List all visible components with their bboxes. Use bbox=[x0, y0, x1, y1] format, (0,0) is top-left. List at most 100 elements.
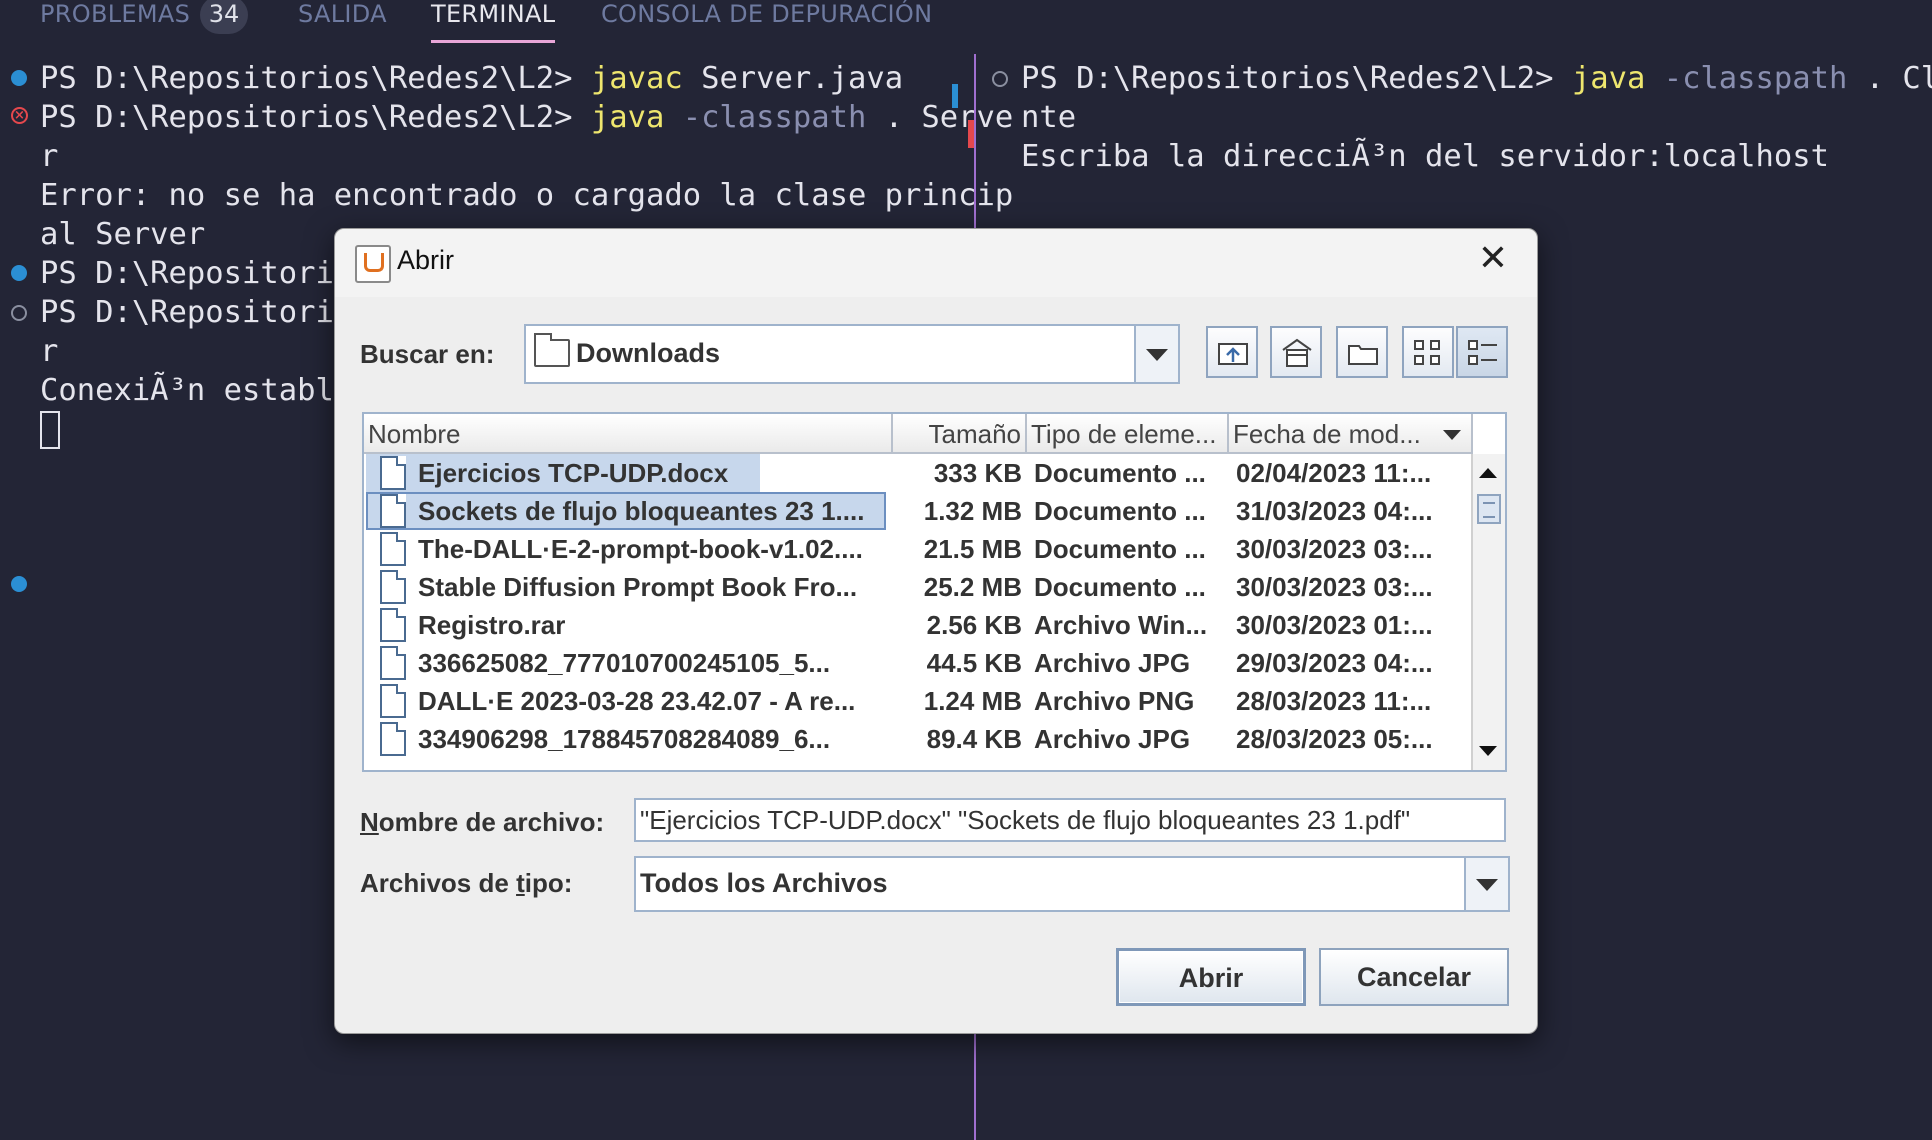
file-row[interactable]: Sockets de flujo bloqueantes 23 1.... 1.… bbox=[364, 492, 1472, 530]
file-row[interactable]: The-DALL·E-2-prompt-book-v1.02.... 21.5 … bbox=[364, 530, 1472, 568]
tab-debug-console[interactable]: CONSOLA DE DEPURACIÓN bbox=[601, 0, 932, 32]
terminal-line: Error: no se ha encontrado o cargado la … bbox=[40, 178, 1014, 213]
command-error-icon[interactable]: × bbox=[11, 107, 28, 124]
filename-input[interactable]: "Ejercicios TCP-UDP.docx" "Sockets de fl… bbox=[634, 798, 1506, 842]
file-row[interactable]: Registro.rar 2.56 KB Archivo Win... 30/0… bbox=[364, 606, 1472, 644]
terminal-line: PS D:\Repositorios bbox=[40, 256, 371, 291]
file-row[interactable]: DALL·E 2023-03-28 23.42.07 - A re... 1.2… bbox=[364, 682, 1472, 720]
cancel-button[interactable]: Cancelar bbox=[1319, 948, 1509, 1006]
look-in-combobox[interactable]: Downloads bbox=[524, 324, 1180, 384]
java-icon bbox=[355, 245, 391, 283]
command-success-icon[interactable] bbox=[11, 265, 27, 281]
filetype-label: Archivos de tipo: bbox=[360, 868, 573, 898]
close-icon[interactable]: ✕ bbox=[1475, 241, 1511, 277]
panel-tabs: PROBLEMAS 34 SALIDA TERMINAL CONSOLA DE … bbox=[0, 0, 1932, 46]
file-type: Archivo JPG bbox=[1034, 648, 1191, 678]
file-row[interactable]: 336625082_777010700245105_5... 44.5 KB A… bbox=[364, 644, 1472, 682]
column-header-type[interactable]: Tipo de eleme... bbox=[1027, 414, 1229, 454]
tab-output[interactable]: SALIDA bbox=[298, 0, 387, 32]
file-row[interactable]: Stable Diffusion Prompt Book Fro... 25.2… bbox=[364, 568, 1472, 606]
file-date: 31/03/2023 04:... bbox=[1236, 496, 1433, 526]
file-type: Documento ... bbox=[1034, 534, 1206, 564]
command-running-icon[interactable] bbox=[11, 305, 27, 321]
terminal-line: PS D:\Repositorios\Redes2\L2> javac Serv… bbox=[40, 61, 904, 96]
file-date: 29/03/2023 04:... bbox=[1236, 648, 1433, 678]
dialog-titlebar[interactable]: Abrir ✕ bbox=[335, 229, 1537, 297]
new-folder-button[interactable] bbox=[1336, 326, 1388, 378]
file-icon bbox=[380, 532, 406, 566]
file-name: Ejercicios TCP-UDP.docx bbox=[418, 458, 729, 488]
list-view-button[interactable] bbox=[1402, 326, 1454, 378]
terminal-line: r bbox=[40, 334, 59, 369]
chevron-down-icon[interactable] bbox=[1464, 858, 1508, 910]
file-size: 89.4 KB bbox=[926, 724, 1022, 754]
home-icon bbox=[1282, 338, 1312, 367]
column-header-name[interactable]: Nombre bbox=[364, 414, 893, 454]
file-name: Stable Diffusion Prompt Book Fro... bbox=[418, 572, 858, 602]
file-icon bbox=[380, 456, 406, 490]
file-size: 44.5 KB bbox=[926, 648, 1022, 678]
file-type: Archivo Win... bbox=[1034, 610, 1208, 640]
up-folder-button[interactable] bbox=[1206, 326, 1258, 378]
tab-problems[interactable]: PROBLEMAS bbox=[40, 0, 190, 32]
filetype-combobox[interactable]: Todos los Archivos bbox=[634, 856, 1510, 912]
file-icon bbox=[380, 684, 406, 718]
file-date: 30/03/2023 01:... bbox=[1236, 610, 1433, 640]
column-header-date[interactable]: Fecha de mod... bbox=[1229, 414, 1473, 454]
filetype-value: Todos los Archivos bbox=[640, 868, 888, 898]
file-type: Documento ... bbox=[1034, 496, 1206, 526]
home-button[interactable] bbox=[1270, 326, 1322, 378]
file-row[interactable]: 334906298_178845708284089_6... 89.4 KB A… bbox=[364, 720, 1472, 758]
terminal-line: PS D:\Repositorios\Redes2\L2> java -clas… bbox=[40, 100, 1014, 135]
command-success-icon[interactable] bbox=[11, 576, 27, 592]
scroll-up-icon[interactable] bbox=[1477, 462, 1499, 484]
vertical-scrollbar[interactable] bbox=[1471, 454, 1505, 770]
look-in-label: Buscar en: bbox=[360, 339, 495, 369]
file-icon bbox=[380, 646, 406, 680]
file-size: 1.32 MB bbox=[923, 496, 1022, 526]
file-type: Archivo PNG bbox=[1034, 686, 1195, 716]
list-view-icon bbox=[1414, 340, 1440, 365]
details-view-icon bbox=[1468, 340, 1497, 365]
terminal-line: r bbox=[40, 139, 59, 174]
terminal-line: PS D:\Repositorios bbox=[40, 295, 371, 330]
tab-terminal[interactable]: TERMINAL bbox=[431, 0, 556, 43]
file-size: 2.56 KB bbox=[926, 610, 1022, 640]
look-in-value: Downloads bbox=[576, 338, 721, 368]
scrollbar-thumb[interactable] bbox=[1477, 494, 1501, 524]
open-button[interactable]: Abrir bbox=[1116, 948, 1306, 1006]
terminal-line: Escriba la direcciÃ³n del servidor:local… bbox=[1021, 139, 1829, 174]
dialog-title: Abrir bbox=[397, 245, 455, 275]
file-size: 21.5 MB bbox=[923, 534, 1022, 564]
details-view-button[interactable] bbox=[1456, 326, 1508, 378]
file-date: 30/03/2023 03:... bbox=[1236, 534, 1433, 564]
terminal-line: PS D:\Repositorios\Redes2\L2> java -clas… bbox=[1021, 61, 1932, 96]
file-row[interactable]: Ejercicios TCP-UDP.docx 333 KB Documento… bbox=[364, 454, 1472, 492]
terminal-line: nte bbox=[1021, 100, 1077, 135]
terminal-line: al Server bbox=[40, 217, 206, 252]
command-success-icon[interactable] bbox=[11, 70, 27, 86]
scroll-marker bbox=[952, 84, 958, 108]
file-type: Documento ... bbox=[1034, 458, 1206, 488]
column-header-size[interactable]: Tamaño bbox=[893, 414, 1027, 454]
file-date: 28/03/2023 05:... bbox=[1236, 724, 1433, 754]
file-icon bbox=[380, 722, 406, 756]
file-date: 02/04/2023 11:... bbox=[1236, 458, 1432, 488]
file-size: 1.24 MB bbox=[923, 686, 1022, 716]
file-type: Documento ... bbox=[1034, 572, 1206, 602]
problems-count-badge: 34 bbox=[200, 0, 248, 34]
file-name: 336625082_777010700245105_5... bbox=[418, 648, 831, 678]
terminal-cursor bbox=[40, 411, 60, 449]
file-name: Sockets de flujo bloqueantes 23 1.... bbox=[418, 496, 865, 526]
file-type: Archivo JPG bbox=[1034, 724, 1191, 754]
filename-label: Nombre de archivo: bbox=[360, 807, 605, 837]
scroll-down-icon[interactable] bbox=[1477, 740, 1499, 762]
command-running-icon[interactable] bbox=[992, 71, 1008, 87]
folder-icon bbox=[534, 333, 570, 367]
sort-descending-icon bbox=[1443, 430, 1461, 440]
file-list[interactable]: Nombre Tamaño Tipo de eleme... Fecha de … bbox=[362, 412, 1507, 772]
file-icon bbox=[380, 570, 406, 604]
chevron-down-icon[interactable] bbox=[1134, 326, 1178, 382]
file-icon bbox=[380, 608, 406, 642]
file-size: 333 KB bbox=[933, 458, 1022, 488]
